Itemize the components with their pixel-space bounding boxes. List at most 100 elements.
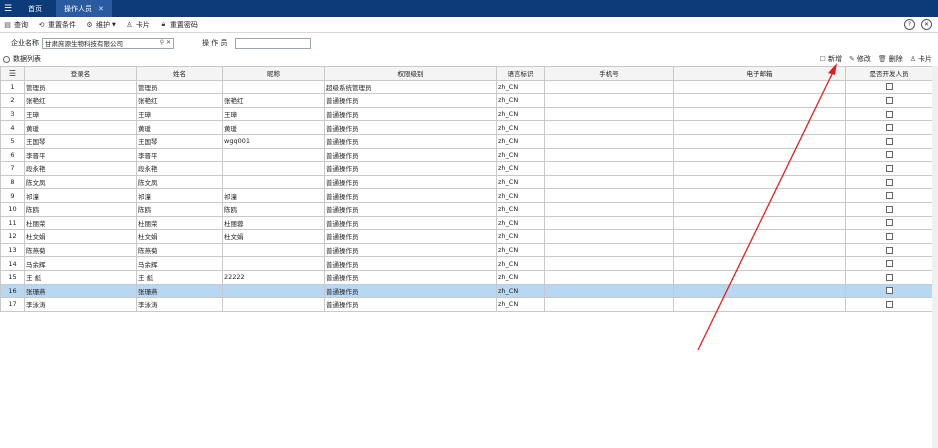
list-card-button[interactable]: ♙ 卡片 [910,54,932,64]
edit-button[interactable]: ✎ 修改 [849,54,871,64]
language-cell: zh_CN [496,188,545,203]
table-row[interactable]: 5 王国琴 王国琴 wgq001 普通操作员 zh_CN [0,133,933,149]
is-developer-checkbox[interactable] [885,124,893,132]
is-developer-checkbox[interactable] [885,287,893,295]
table-row[interactable]: 10 陈鸥 陈鸥 陈鸥 普通操作员 zh_CN [0,201,933,217]
operator-input[interactable] [235,37,312,49]
collapse-circle-icon[interactable] [3,55,10,63]
phone-cell [544,229,674,244]
row-index-cell: 7 [0,161,25,176]
row-index-cell: 14 [0,256,25,271]
is-developer-checkbox[interactable] [885,151,893,159]
table-row[interactable]: 11 杜丽荣 杜丽荣 杜丽蓉 普通操作员 zh_CN [0,215,933,231]
row-index-cell: 13 [0,242,25,258]
is-developer-checkbox[interactable] [885,300,893,308]
maintain-dropdown-button[interactable]: ⚙ 维护 ▼ [85,20,116,30]
query-button[interactable]: ▤ 查询 [3,20,28,30]
org-input-icons: ⚲ ✕ [160,39,171,46]
is-developer-checkbox[interactable] [885,164,893,172]
reset-password-label: 重置密码 [169,20,198,29]
vertical-scrollbar[interactable] [932,66,938,448]
help-icon[interactable]: ? [904,19,915,30]
login-cell: 李泳涛 [24,297,137,312]
is-developer-cell [845,120,933,135]
table-row[interactable]: 7 段永艳 段永艳 普通操作员 zh_CN [0,161,933,176]
delete-button[interactable]: 🗑︎ 删除 [878,54,903,64]
tab-close-icon[interactable]: ✕ [98,5,104,13]
header-login[interactable]: 登录名 [24,66,137,81]
nickname-cell: 祁潼 [222,188,325,203]
clear-icon[interactable]: ✕ [166,39,171,46]
language-cell: zh_CN [496,229,545,244]
is-developer-checkbox[interactable] [885,110,893,118]
lock-icon: 🔒︎ [161,20,166,28]
tab-operators[interactable]: 操作人员 ✕ [56,0,112,17]
column-menu-header[interactable]: ☰ [0,66,25,81]
permission-cell: 普通操作员 [324,297,497,312]
tab-home-label: 首页 [28,4,42,13]
edit-label: 修改 [856,55,871,63]
email-cell [673,256,846,271]
is-developer-checkbox[interactable] [885,246,893,254]
header-name[interactable]: 姓名 [136,66,223,81]
table-row[interactable]: 3 王璋 王璋 王璋 普通操作员 zh_CN [0,106,933,122]
language-cell: zh_CN [496,106,545,122]
language-cell: zh_CN [496,133,545,149]
header-permission[interactable]: 权限级别 [324,66,497,81]
email-cell [673,174,846,190]
table-row[interactable]: 12 杜文娟 杜文娟 杜文娟 普通操作员 zh_CN [0,229,933,244]
language-cell: zh_CN [496,297,545,312]
card-button[interactable]: ♙ 卡片 [125,20,150,30]
is-developer-checkbox[interactable] [885,273,893,281]
header-nickname[interactable]: 昵称 [222,66,325,81]
org-name-label: 企业名称 [11,39,39,47]
tab-home[interactable]: 首页 [20,0,50,17]
email-cell [673,242,846,258]
is-developer-checkbox[interactable] [885,219,893,227]
header-language[interactable]: 语言标识 [496,66,545,81]
org-name-input[interactable]: 甘肃庶源生物科技有限公司 ⚲ ✕ [42,37,174,49]
table-header-row: ☰ 登录名 姓名 昵称 权限级别 语言标识 手机号 电子邮箱 是否开发人员 [0,66,933,81]
caret-down-icon: ▼ [112,21,116,28]
is-developer-checkbox[interactable] [885,232,893,240]
is-developer-checkbox[interactable] [885,205,893,213]
table-row[interactable]: 16 张珊燕 张珊燕 普通操作员 zh_CN [0,283,933,299]
table-row[interactable]: 17 李泳涛 李泳涛 普通操作员 zh_CN [0,297,933,312]
table-row[interactable]: 13 陈燕菊 陈燕菊 普通操作员 zh_CN [0,242,933,258]
add-button[interactable]: ☐ 新增 [820,54,842,64]
is-developer-checkbox[interactable] [885,83,893,91]
table-row[interactable]: 1 管理员 管理员 超级系统管理员 zh_CN [0,79,933,95]
table-row[interactable]: 9 祁潼 祁潼 祁潼 普通操作员 zh_CN [0,188,933,203]
is-developer-checkbox[interactable] [885,96,893,104]
is-developer-checkbox[interactable] [885,192,893,200]
table-row[interactable]: 2 张艳红 张艳红 张艳红 普通操作员 zh_CN [0,93,933,108]
header-is-developer[interactable]: 是否开发人员 [845,66,933,81]
search-icon[interactable]: ⚲ [160,39,164,46]
is-developer-cell [845,229,933,244]
table-row[interactable]: 15 王 彪王 彪 22222 普通操作员 zh_CN [0,269,933,285]
close-window-icon[interactable]: ✕ [921,19,932,30]
header-phone[interactable]: 手机号 [544,66,674,81]
is-developer-checkbox[interactable] [885,260,893,268]
nickname-cell [222,79,325,95]
is-developer-checkbox[interactable] [885,137,893,145]
permission-cell: 普通操作员 [324,215,497,231]
table-row[interactable]: 4 黄瑗 黄瑗 黄瑗 普通操作员 zh_CN [0,120,933,135]
hamburger-menu-icon[interactable]: ☰ [0,0,16,17]
name-cell: 马余辉 [136,256,223,271]
header-email[interactable]: 电子邮箱 [673,66,846,81]
table-row[interactable]: 8 陈文凤 陈文凤 普通操作员 zh_CN [0,174,933,190]
table-row[interactable]: 6 李晋平 李晋平 普通操作员 zh_CN [0,147,933,163]
add-label: 新增 [827,55,842,63]
row-index-cell: 11 [0,215,25,231]
name-cell: 杜丽荣 [136,215,223,231]
table-row[interactable]: 14 马余辉 马余辉 普通操作员 zh_CN [0,256,933,271]
reset-password-button[interactable]: 🔒︎ 重置密码 [159,20,198,30]
reset-conditions-button[interactable]: ⟲ 重置条件 [37,20,76,30]
top-nav-bar: ☰ 首页 操作人员 ✕ [0,0,938,17]
login-cell: 王璋 [24,106,137,122]
list-actions: ☐ 新增 ✎ 修改 🗑︎ 删除 ♙ 卡片 [813,53,932,65]
permission-cell: 超级系统管理员 [324,79,497,95]
email-cell [673,269,846,285]
is-developer-checkbox[interactable] [885,178,893,186]
